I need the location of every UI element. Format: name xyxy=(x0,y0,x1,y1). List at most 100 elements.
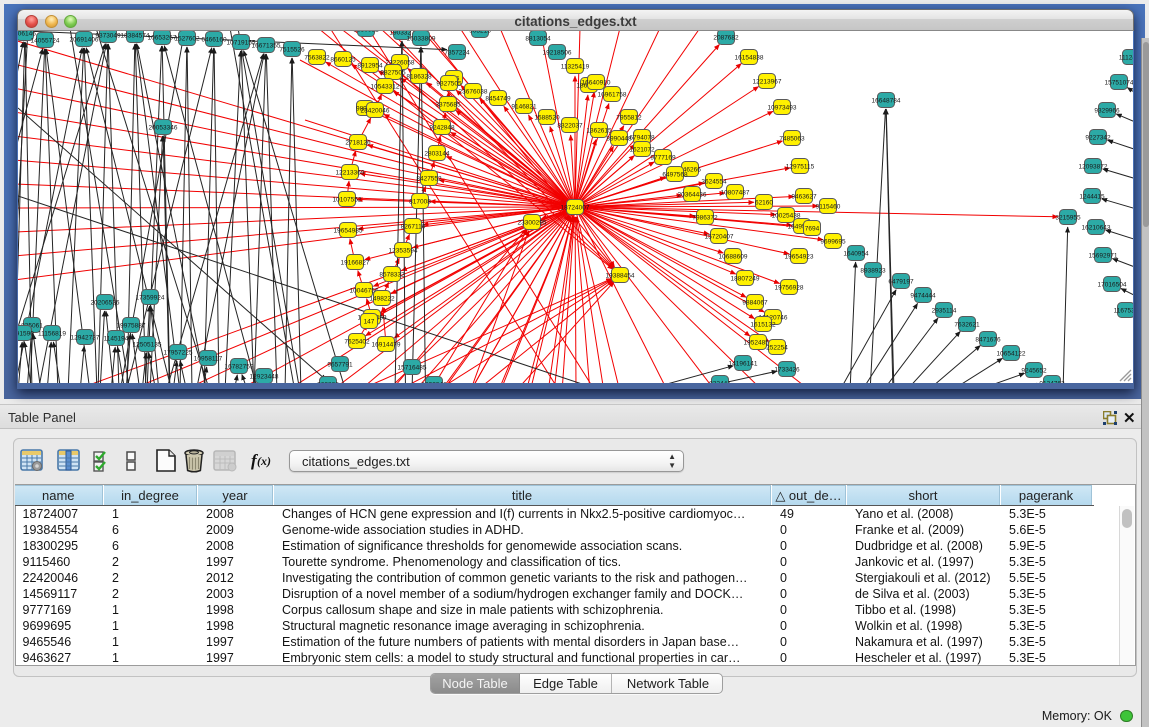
svg-text:9146821: 9146821 xyxy=(511,104,537,111)
svg-text:9227342: 9227342 xyxy=(1085,135,1111,142)
svg-text:10973493: 10973493 xyxy=(768,105,797,112)
svg-text:8186328: 8186328 xyxy=(406,74,432,81)
svg-text:16640910: 16640910 xyxy=(582,80,611,87)
svg-text:252254: 252254 xyxy=(766,345,788,352)
svg-text:1167533: 1167533 xyxy=(1114,308,1133,315)
svg-text:6479197: 6479197 xyxy=(888,279,914,286)
svg-text:9373049: 9373049 xyxy=(95,33,121,40)
svg-text:14055724: 14055724 xyxy=(31,38,60,45)
svg-text:16782759: 16782759 xyxy=(225,364,254,371)
svg-text:903216: 903216 xyxy=(469,31,491,35)
svg-text:8578332: 8578332 xyxy=(379,272,405,279)
svg-text:1621072: 1621072 xyxy=(629,147,655,154)
svg-text:3215955: 3215955 xyxy=(1055,215,1081,222)
svg-text:16914479: 16914479 xyxy=(372,342,401,349)
svg-text:15716485: 15716485 xyxy=(398,365,427,372)
svg-text:1292346: 1292346 xyxy=(421,382,447,384)
svg-text:7357224: 7357224 xyxy=(444,50,470,57)
svg-text:9245652: 9245652 xyxy=(1021,368,1047,375)
svg-text:8427552: 8427552 xyxy=(416,176,442,183)
svg-text:17359924: 17359924 xyxy=(136,295,165,302)
svg-text:9827505: 9827505 xyxy=(380,70,406,77)
svg-text:9329966: 9329966 xyxy=(1094,108,1120,115)
svg-text:23300295: 23300295 xyxy=(518,220,547,227)
svg-text:1650632: 1650632 xyxy=(353,31,379,34)
svg-text:12923448: 12923448 xyxy=(250,374,279,381)
svg-text:15692971: 15692971 xyxy=(1089,253,1118,260)
svg-text:12975115: 12975115 xyxy=(786,164,815,171)
svg-text:7986372: 7986372 xyxy=(692,215,718,222)
svg-text:2935114: 2935114 xyxy=(932,308,957,315)
svg-text:1112438: 1112438 xyxy=(1119,55,1133,62)
svg-text:23420046: 23420046 xyxy=(361,108,390,115)
svg-text:7955812: 7955812 xyxy=(616,115,642,122)
svg-text:14196141: 14196141 xyxy=(729,361,758,368)
svg-text:18807249: 18807249 xyxy=(731,276,760,283)
svg-text:19654923: 19654923 xyxy=(785,254,814,261)
svg-text:16033809: 16033809 xyxy=(407,36,436,43)
svg-text:147: 147 xyxy=(364,319,375,326)
svg-text:10653267: 10653267 xyxy=(148,35,177,42)
svg-text:16648784: 16648784 xyxy=(872,98,901,105)
svg-text:1588520: 1588520 xyxy=(534,115,560,122)
svg-text:6794078: 6794078 xyxy=(629,135,655,142)
svg-text:9474444: 9474444 xyxy=(910,293,936,300)
svg-text:19654985: 19654985 xyxy=(334,228,363,235)
svg-text:10107552: 10107552 xyxy=(333,197,362,204)
svg-text:12213369: 12213369 xyxy=(336,170,365,177)
svg-text:2803144: 2803144 xyxy=(424,151,450,158)
svg-text:6497568: 6497568 xyxy=(662,172,688,179)
svg-text:16671355: 16671355 xyxy=(252,43,281,50)
svg-text:1527602: 1527602 xyxy=(174,36,200,43)
svg-text:8322037: 8322037 xyxy=(557,123,583,130)
svg-text:7625402: 7625402 xyxy=(344,339,370,346)
svg-text:15720407: 15720407 xyxy=(705,234,734,241)
svg-text:9327505: 9327505 xyxy=(436,81,462,88)
svg-text:7632621: 7632621 xyxy=(954,322,980,329)
svg-text:1615132: 1615132 xyxy=(750,322,776,329)
svg-text:12213967: 12213967 xyxy=(753,79,782,86)
svg-text:16961758: 16961758 xyxy=(598,92,627,99)
svg-text:12505135: 12505135 xyxy=(133,342,162,349)
svg-text:16210643: 16210643 xyxy=(1082,225,1111,232)
svg-text:8267110: 8267110 xyxy=(401,224,426,231)
svg-text:16154838: 16154838 xyxy=(735,55,764,62)
svg-text:7563822: 7563822 xyxy=(304,55,330,62)
svg-text:17016504: 17016504 xyxy=(1098,282,1127,289)
svg-text:12353594: 12353594 xyxy=(389,248,418,255)
svg-text:1640954: 1640954 xyxy=(843,251,869,258)
svg-text:962828: 962828 xyxy=(317,382,339,384)
svg-text:9463627: 9463627 xyxy=(791,194,817,201)
svg-text:19975887: 19975887 xyxy=(117,323,146,330)
svg-text:12093872: 12093872 xyxy=(1079,164,1108,171)
svg-text:19388454: 19388454 xyxy=(606,273,635,280)
svg-text:20206536: 20206536 xyxy=(91,300,120,307)
svg-text:817008: 817008 xyxy=(409,199,431,206)
svg-text:9115460: 9115460 xyxy=(816,204,841,211)
svg-text:12942737: 12942737 xyxy=(71,335,100,342)
svg-text:3375685: 3375685 xyxy=(435,102,461,109)
svg-text:7515526: 7515526 xyxy=(279,47,305,54)
svg-text:391590: 391590 xyxy=(18,331,34,338)
svg-text:19218506: 19218506 xyxy=(543,50,572,57)
svg-text:20364436: 20364436 xyxy=(678,192,707,199)
svg-text:62160: 62160 xyxy=(755,200,773,207)
svg-text:8912954: 8912954 xyxy=(357,63,383,70)
svg-text:18724007: 18724007 xyxy=(561,205,590,212)
svg-text:1733426: 1733426 xyxy=(774,367,800,374)
svg-text:8990448: 8990448 xyxy=(606,136,632,143)
svg-text:10958117: 10958117 xyxy=(194,356,223,363)
svg-text:8813054: 8813054 xyxy=(525,36,551,43)
svg-text:10807487: 10807487 xyxy=(721,190,750,197)
svg-text:23676038: 23676038 xyxy=(459,89,488,96)
svg-text:8938923: 8938923 xyxy=(860,268,886,275)
svg-text:2087682: 2087682 xyxy=(713,35,739,42)
svg-text:6466160: 6466160 xyxy=(201,37,227,44)
svg-text:1362615: 1362615 xyxy=(586,128,612,135)
svg-text:2718126: 2718126 xyxy=(345,140,371,147)
svg-text:11325419: 11325419 xyxy=(561,64,590,71)
svg-text:1244415: 1244415 xyxy=(1079,194,1105,201)
svg-text:15751074: 15751074 xyxy=(1105,80,1133,87)
svg-text:7694: 7694 xyxy=(805,226,820,233)
svg-text:8660125: 8660125 xyxy=(330,57,356,64)
